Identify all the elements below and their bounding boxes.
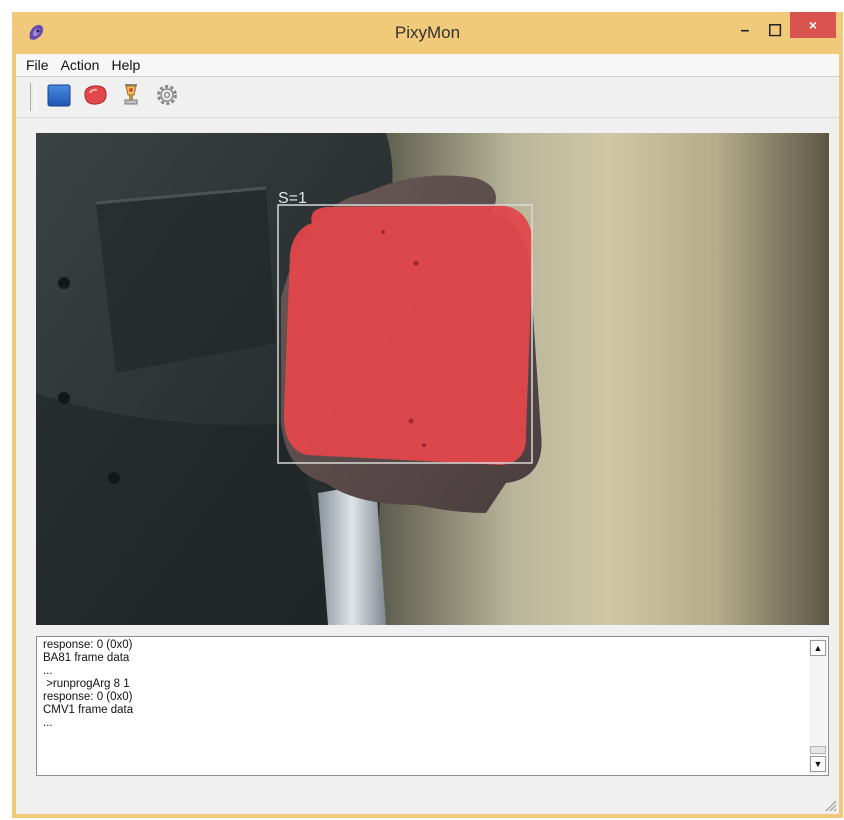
scroll-thumb[interactable] [810,746,826,754]
menu-action[interactable]: Action [55,54,106,76]
resize-grip-icon[interactable] [823,798,837,812]
trophy-icon [119,82,143,113]
maximize-button[interactable]: ☐ [760,16,790,46]
arrow-down-icon: ▼ [813,759,823,769]
console-line: ... [43,717,53,729]
close-button[interactable]: × [790,12,836,38]
blob-button[interactable] [80,82,110,112]
toolbar [16,77,839,118]
console-line: response: 0 (0x0) [43,691,133,703]
scroll-down-button[interactable]: ▼ [810,756,826,772]
menu-bar: File Action Help [16,54,839,77]
console-line: >runprogArg 8 1 [43,678,130,690]
gear-icon [154,82,180,113]
settings-button[interactable] [152,82,182,112]
client-area: File Action Help S=1 response: 0 (0x0) B… [16,54,839,814]
detection-label: S=1 [278,190,307,207]
console-line: response: 0 (0x0) [43,639,133,651]
console-text: response: 0 (0x0) BA81 frame data ... >r… [43,639,803,730]
console-scrollbar[interactable]: ▲ ▼ [809,638,827,774]
toolbar-grip[interactable] [30,83,36,111]
trophy-button[interactable] [116,82,146,112]
console-line: ... [43,665,53,677]
menu-file[interactable]: File [16,54,55,76]
title-bar[interactable]: PixyMon – ☐ × [12,12,843,54]
menu-help[interactable]: Help [105,54,146,76]
status-bar [16,790,839,814]
camera-video-view[interactable]: S=1 [36,133,829,625]
stop-icon [47,83,71,112]
window-title: PixyMon [394,23,461,42]
pixymon-window: PixyMon – ☐ × File Action Help S=1 respo… [12,12,843,818]
console-line: BA81 frame data [43,652,130,664]
arrow-up-icon: ▲ [813,643,823,653]
scroll-up-button[interactable]: ▲ [810,640,826,656]
minimize-button[interactable]: – [730,16,760,46]
console-output[interactable]: response: 0 (0x0) BA81 frame data ... >r… [36,636,829,776]
stop-button[interactable] [44,82,74,112]
console-line: CMV1 frame data [43,704,134,716]
blob-icon [82,83,108,112]
